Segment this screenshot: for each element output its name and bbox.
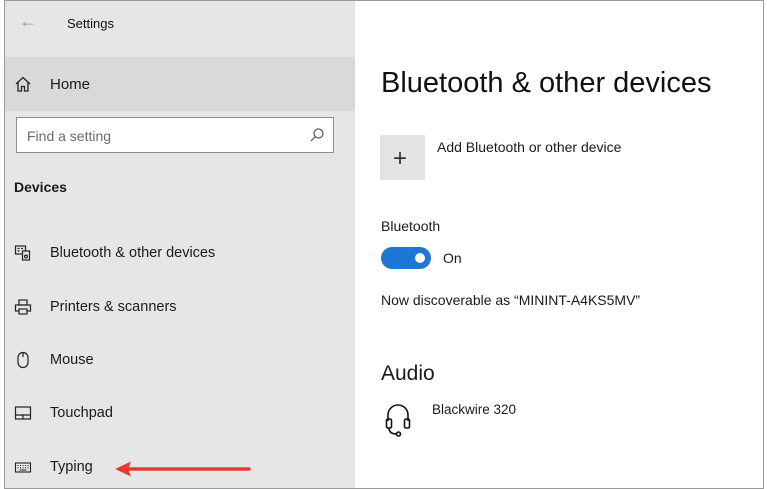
toggle-knob — [415, 253, 425, 263]
touchpad-icon — [14, 404, 32, 427]
printer-icon — [14, 298, 32, 321]
sidebar-item-label: Printers & scanners — [50, 299, 177, 315]
annotation-arrow-icon — [113, 459, 253, 484]
headset-icon — [385, 401, 411, 442]
bluetooth-label: Bluetooth — [381, 218, 441, 234]
sidebar-item-label: Mouse — [50, 352, 94, 368]
sidebar-item-printers[interactable]: Printers & scanners — [5, 286, 355, 330]
search-input[interactable] — [17, 118, 309, 154]
section-title-devices: Devices — [14, 179, 67, 195]
search-icon[interactable] — [309, 127, 325, 148]
sidebar-item-label: Touchpad — [50, 405, 113, 421]
add-device-label[interactable]: Add Bluetooth or other device — [437, 139, 621, 155]
add-device-button[interactable]: + — [380, 135, 425, 180]
search-box — [16, 117, 334, 154]
title-bar: ← Settings — [5, 1, 355, 45]
sidebar-item-label: Typing — [50, 459, 93, 475]
discoverable-text: Now discoverable as “MININT-A4KS5MV” — [381, 292, 641, 308]
bluetooth-toggle[interactable] — [381, 247, 431, 269]
window-title: Settings — [67, 16, 114, 31]
bluetooth-devices-icon — [14, 244, 32, 267]
page-title: Bluetooth & other devices — [381, 67, 712, 99]
home-label: Home — [50, 76, 91, 93]
sidebar-item-home[interactable]: Home — [5, 57, 355, 111]
sidebar-item-label: Bluetooth & other devices — [50, 245, 216, 261]
toggle-state-label: On — [443, 250, 462, 266]
plus-icon: + — [393, 145, 408, 172]
settings-window: ← Settings Home Devices — [4, 0, 764, 489]
keyboard-icon — [14, 458, 32, 481]
sidebar-item-mouse[interactable]: Mouse — [5, 339, 355, 383]
back-arrow-icon[interactable]: ← — [19, 11, 37, 32]
mouse-icon — [14, 351, 32, 374]
sidebar: ← Settings Home Devices — [5, 1, 355, 488]
home-icon — [14, 75, 32, 98]
sidebar-item-bluetooth[interactable]: Bluetooth & other devices — [5, 232, 355, 276]
audio-device-name[interactable]: Blackwire 320 — [432, 402, 516, 417]
main-content: Bluetooth & other devices + Add Bluetoot… — [355, 1, 763, 488]
sidebar-item-touchpad[interactable]: Touchpad — [5, 392, 355, 436]
audio-heading: Audio — [381, 362, 435, 385]
